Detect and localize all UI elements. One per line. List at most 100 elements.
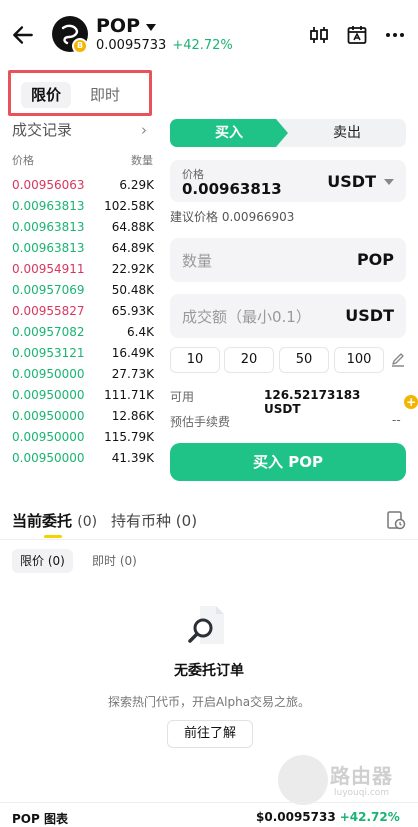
trade-qty: 6.29K <box>119 178 154 192</box>
chevron-down-icon <box>384 178 394 185</box>
suggest-value: 0.00966903 <box>221 210 295 224</box>
trade-row: 0.00950000 111.71K <box>0 388 160 409</box>
trade-price: 0.00954911 <box>12 262 85 276</box>
trade-qty: 65.93K <box>111 304 154 318</box>
price-input[interactable]: 0.00963813 <box>182 180 282 198</box>
trade-row: 0.00950000 41.39K <box>0 451 160 472</box>
chart-link[interactable]: POP 图表 <box>12 810 68 827</box>
price-unit-selector[interactable]: USDT <box>327 172 394 191</box>
empty-description: 探索热门代币，开启Alpha交易之旅。 <box>107 695 311 709</box>
trade-price: 0.00950000 <box>12 451 85 465</box>
calendar-icon[interactable] <box>346 24 368 46</box>
active-tab-indicator <box>44 535 62 538</box>
order-history-icon[interactable] <box>386 510 406 530</box>
quick-amount-20[interactable]: 20 <box>224 347 274 373</box>
trade-row: 0.00957069 50.48K <box>0 283 160 304</box>
trade-price: 0.00963813 <box>12 199 85 213</box>
amount-field[interactable]: 成交额（最小0.1） USDT <box>170 294 406 338</box>
tab-holdings-label: 持有币种 <box>111 512 172 530</box>
tab-open-orders[interactable]: 当前委托 (0) <box>12 510 97 531</box>
more-options-icon[interactable] <box>384 24 406 46</box>
quantity-input[interactable]: 数量 <box>182 250 212 271</box>
back-arrow-icon[interactable] <box>10 22 36 48</box>
symbol-selector[interactable]: POP <box>96 15 157 37</box>
sell-tab[interactable]: 卖出 <box>288 119 406 147</box>
footer-price: $0.0095733 +42.72% <box>256 810 400 824</box>
symbol-name: POP <box>96 15 141 37</box>
price-field[interactable]: 价格 0.00963813 USDT <box>170 160 406 202</box>
amount-unit: USDT <box>345 306 394 325</box>
fee-label: 预估手续费 <box>170 415 231 429</box>
price-line: 0.0095733 +42.72% <box>96 38 233 53</box>
amount-input[interactable]: 成交额（最小0.1） <box>182 306 311 327</box>
trade-row: 0.00963813 102.58K <box>0 199 160 220</box>
trade-price: 0.00957082 <box>12 325 85 339</box>
quick-amount-10[interactable]: 10 <box>170 347 220 373</box>
col-price-header: 价格 <box>12 154 34 167</box>
suggested-price: 建议价格 0.00966903 <box>170 208 294 225</box>
quantity-unit: POP <box>356 250 394 269</box>
trade-row: 0.00963813 64.88K <box>0 220 160 241</box>
tab-limit[interactable]: 限价 <box>21 82 71 108</box>
trade-qty: 50.48K <box>111 283 154 297</box>
trade-row: 0.00955827 65.93K <box>0 304 160 325</box>
trade-qty: 12.86K <box>111 409 154 423</box>
suggest-label: 建议价格 <box>170 210 219 224</box>
trade-qty: 41.39K <box>111 451 154 465</box>
trade-qty: 6.4K <box>127 325 154 339</box>
quick-amount-100[interactable]: 100 <box>334 347 384 373</box>
quantity-field[interactable]: 数量 POP <box>170 238 406 282</box>
learn-more-button[interactable]: 前往了解 <box>167 720 253 748</box>
trade-row: 0.00953121 16.49K <box>0 346 160 367</box>
tab-holdings-count: (0) <box>175 512 198 530</box>
subtab-limit[interactable]: 限价 (0) <box>12 549 73 573</box>
trade-row: 0.00963813 64.89K <box>0 241 160 262</box>
trade-qty: 102.58K <box>104 199 154 213</box>
col-qty-header: 数量 <box>131 154 153 167</box>
trade-price: 0.00957069 <box>12 283 85 297</box>
empty-search-icon <box>188 606 224 644</box>
buy-pop-button[interactable]: 买入 POP <box>170 443 406 481</box>
footer-price-value: $0.0095733 <box>256 810 336 824</box>
quick-amount-50[interactable]: 50 <box>279 347 329 373</box>
divider <box>0 539 418 540</box>
trade-qty: 115.79K <box>104 430 154 444</box>
watermark-url: luyouqi.com <box>334 788 390 798</box>
trade-price: 0.00963813 <box>12 241 85 255</box>
trades-title[interactable]: 成交记录 <box>12 119 72 140</box>
trade-qty: 16.49K <box>111 346 154 360</box>
tab-holdings[interactable]: 持有币种 (0) <box>111 510 197 531</box>
available-balance: 126.52173183 USDT + <box>264 388 418 416</box>
price-unit: USDT <box>327 172 376 191</box>
last-price: 0.0095733 <box>96 38 167 53</box>
add-funds-icon[interactable]: + <box>404 395 418 409</box>
empty-title: 无委托订单 <box>174 663 244 679</box>
trade-price: 0.00955827 <box>12 304 85 318</box>
tab-market[interactable]: 即时 <box>81 82 129 108</box>
chevron-right-icon[interactable]: › <box>141 121 147 139</box>
trade-qty: 22.92K <box>111 262 154 276</box>
buy-tab[interactable]: 买入 <box>170 119 288 147</box>
top-bar: B POP 0.0095733 +42.72% <box>0 0 418 66</box>
watermark-text: 路由器 <box>330 764 393 788</box>
trade-price: 0.00950000 <box>12 367 85 381</box>
available-label: 可用 <box>170 390 195 404</box>
trade-price: 0.00950000 <box>12 430 85 444</box>
trade-row: 0.00954911 22.92K <box>0 262 160 283</box>
chevron-down-icon <box>146 23 157 31</box>
buy-sell-toggle: 买入 卖出 <box>170 119 406 147</box>
fee-value: -- <box>392 413 401 427</box>
trade-price: 0.00950000 <box>12 409 85 423</box>
trade-row: 0.00950000 12.86K <box>0 409 160 430</box>
available-value: 126.52173183 USDT <box>264 388 361 416</box>
candlestick-chart-icon[interactable] <box>308 24 330 46</box>
trade-qty: 64.89K <box>111 241 154 255</box>
price-change: +42.72% <box>172 38 233 53</box>
edit-pencil-icon[interactable] <box>390 351 406 367</box>
subtab-market[interactable]: 即时 (0) <box>92 549 137 573</box>
trade-price: 0.00963813 <box>12 220 85 234</box>
order-type-tabs: 限价 即时 <box>8 70 152 116</box>
watermark-logo <box>278 755 328 805</box>
trade-qty: 111.71K <box>104 388 154 402</box>
trade-price: 0.00950000 <box>12 388 85 402</box>
